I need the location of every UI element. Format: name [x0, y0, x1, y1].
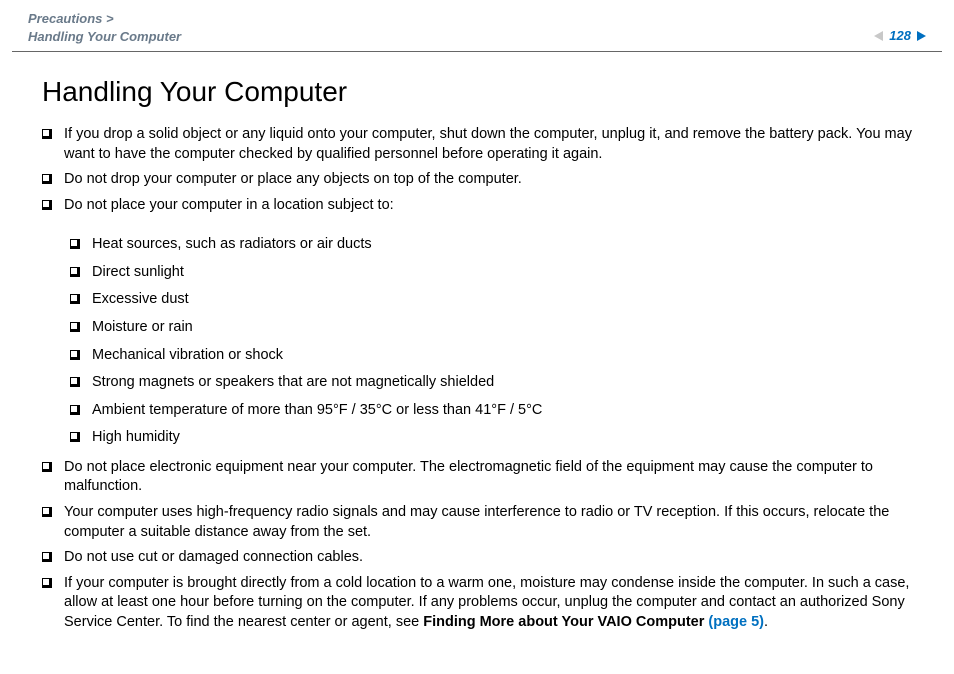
list-item-text: Heat sources, such as radiators or air d… [92, 235, 542, 255]
bullet-icon [42, 578, 52, 588]
bullet-icon [42, 174, 52, 184]
breadcrumb-line-2: Handling Your Computer [28, 28, 181, 46]
list-item-text: If your computer is brought directly fro… [64, 574, 912, 633]
list-item: If you drop a solid object or any liquid… [42, 122, 912, 167]
list-item: If your computer is brought directly fro… [42, 571, 912, 636]
list-item-text: Ambient temperature of more than 95°F / … [92, 401, 542, 421]
page-link[interactable]: (page 5) [708, 614, 764, 630]
list-item: Your computer uses high-frequency radio … [42, 500, 912, 545]
bullet-icon [42, 462, 52, 472]
page-header: Precautions > Handling Your Computer 128 [0, 0, 954, 51]
content-area: Handling Your Computer If you drop a sol… [0, 52, 954, 635]
bullet-icon [70, 322, 80, 332]
bullet-icon [70, 239, 80, 249]
list-item-text: High humidity [92, 428, 542, 448]
list-item-text: Mechanical vibration or shock [92, 346, 542, 366]
list-item: High humidity [70, 424, 542, 452]
sub-bullet-list: Heat sources, such as radiators or air d… [42, 231, 542, 452]
list-item-text: Direct sunlight [92, 263, 542, 283]
list-item: Mechanical vibration or shock [70, 342, 542, 370]
bullet-icon [70, 350, 80, 360]
list-item-text: Moisture or rain [92, 318, 542, 338]
list-item: Excessive dust [70, 286, 542, 314]
list-item-text: Strong magnets or speakers that are not … [92, 373, 542, 393]
bullet-icon [42, 129, 52, 139]
bullet-icon [42, 200, 52, 210]
list-item-text: Do not use cut or damaged connection cab… [64, 548, 912, 568]
bold-text: Finding More about Your VAIO Computer [423, 614, 708, 630]
list-item: Heat sources, such as radiators or air d… [70, 231, 542, 259]
bullet-icon [42, 507, 52, 517]
page-number: 128 [889, 28, 911, 43]
page-title: Handling Your Computer [42, 76, 912, 108]
list-item-text: Do not drop your computer or place any o… [64, 170, 912, 190]
list-item: Strong magnets or speakers that are not … [70, 369, 542, 397]
bullet-icon [70, 432, 80, 442]
bullet-icon [70, 267, 80, 277]
list-item-text: Excessive dust [92, 290, 542, 310]
bullet-icon [70, 377, 80, 387]
bullet-list: If you drop a solid object or any liquid… [42, 122, 912, 635]
breadcrumb: Precautions > Handling Your Computer [28, 10, 181, 45]
prev-page-icon[interactable] [874, 31, 883, 41]
bullet-icon [70, 294, 80, 304]
list-item: Do not drop your computer or place any o… [42, 167, 912, 193]
list-item: Do not use cut or damaged connection cab… [42, 545, 912, 571]
list-item: Do not place electronic equipment near y… [42, 455, 912, 500]
list-item-text: If you drop a solid object or any liquid… [64, 125, 912, 164]
list-item: Do not place your computer in a location… [42, 193, 912, 455]
list-item: Moisture or rain [70, 314, 542, 342]
list-item-text: Do not place your computer in a location… [64, 196, 394, 216]
list-item: Ambient temperature of more than 95°F / … [70, 397, 542, 425]
list-item: Direct sunlight [70, 259, 542, 287]
breadcrumb-line-1: Precautions > [28, 10, 181, 28]
list-item-text: Do not place electronic equipment near y… [64, 458, 912, 497]
bullet-icon [42, 552, 52, 562]
bullet-icon [70, 405, 80, 415]
page-nav: 128 [874, 28, 926, 43]
next-page-icon[interactable] [917, 31, 926, 41]
list-item-text: Your computer uses high-frequency radio … [64, 503, 912, 542]
